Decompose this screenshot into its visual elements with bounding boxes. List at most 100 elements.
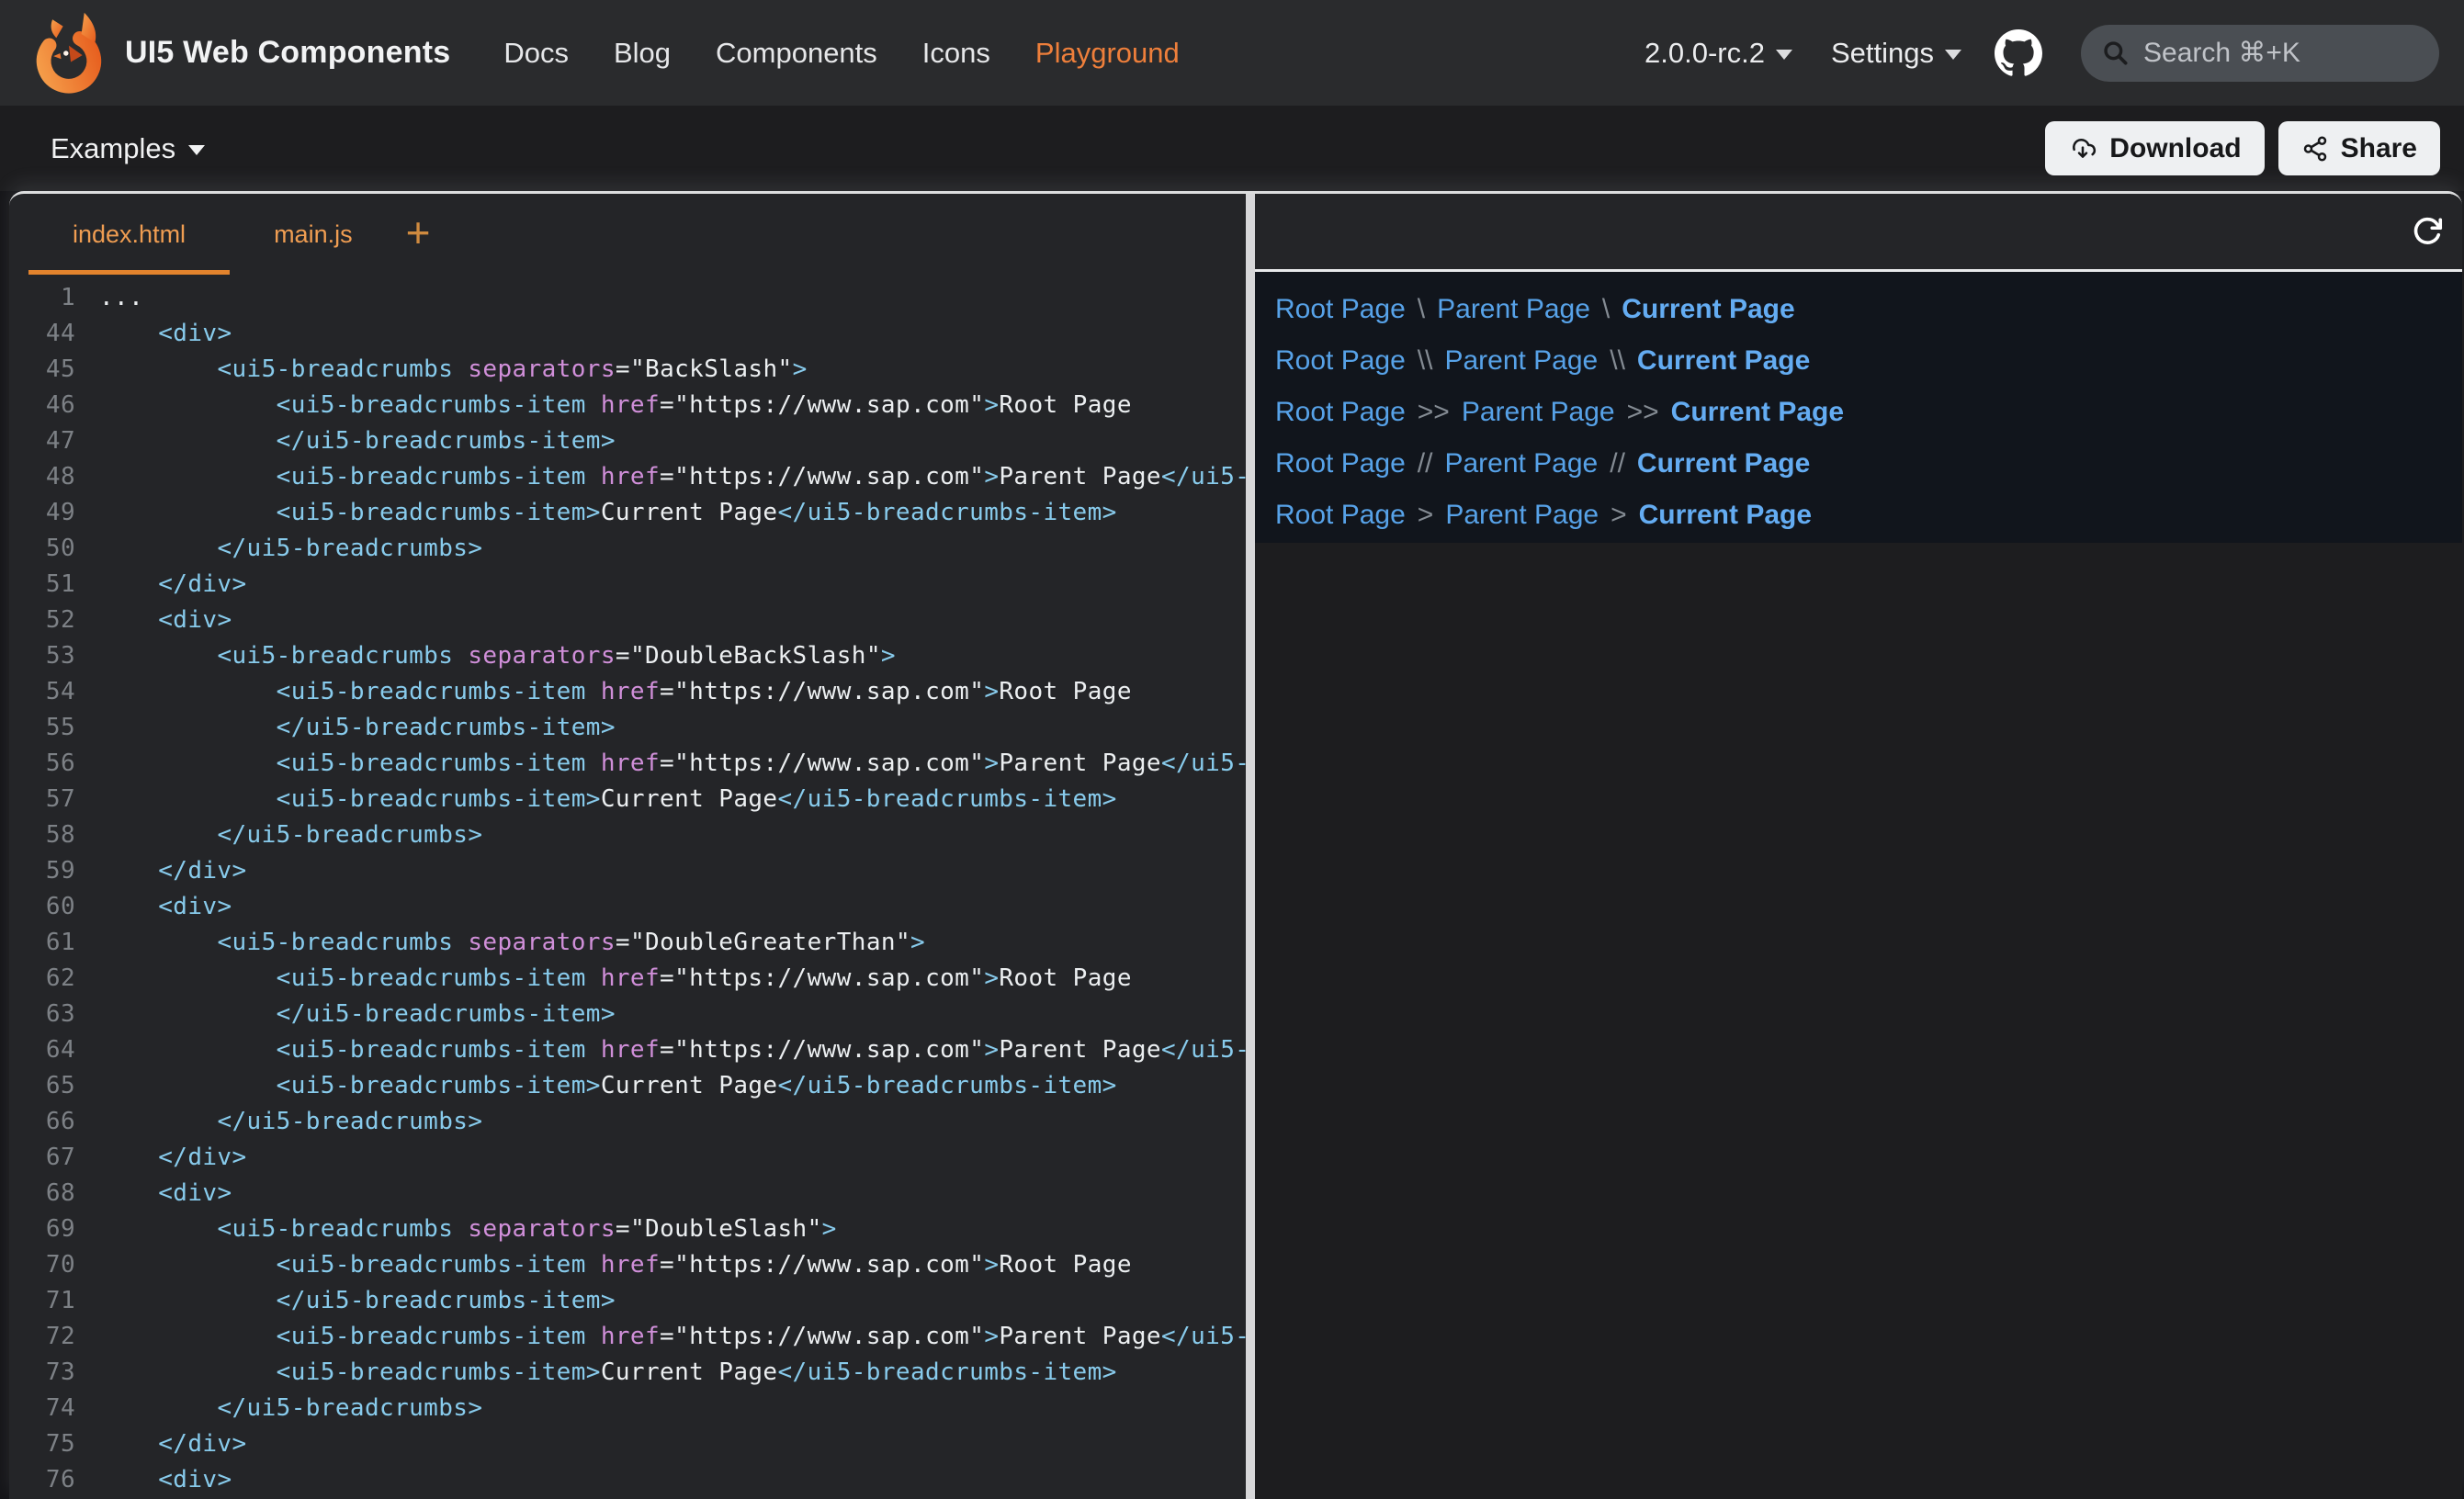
code-line: 45 <ui5-breadcrumbs separators="BackSlas… xyxy=(9,352,1246,388)
tab-main-js[interactable]: main.js xyxy=(230,194,397,275)
code-line: 46 <ui5-breadcrumbs-item href="https://w… xyxy=(9,388,1246,423)
breadcrumbs-demo: Root Page\Parent Page\Current PageRoot P… xyxy=(1275,284,2462,541)
version-dropdown[interactable]: 2.0.0-rc.2 xyxy=(1645,37,1792,70)
line-number: 71 xyxy=(9,1283,75,1319)
line-number: 55 xyxy=(9,710,75,746)
download-label: Download xyxy=(2109,133,2241,164)
code-line: 76 <div> xyxy=(9,1462,1246,1498)
breadcrumbs-row: Root Page\Parent Page\Current Page xyxy=(1275,284,2462,335)
breadcrumb-link[interactable]: Root Page xyxy=(1275,448,1406,479)
top-navbar: UI5 Web Components Docs Blog Components Ico… xyxy=(0,0,2464,106)
version-label: 2.0.0-rc.2 xyxy=(1645,37,1765,70)
ui5-phoenix-logo-icon xyxy=(31,10,108,96)
code-area[interactable]: 1...44 <div>45 <ui5-breadcrumbs separato… xyxy=(9,275,1246,1499)
code-line: 63 </ui5-breadcrumbs-item> xyxy=(9,997,1246,1032)
breadcrumb-separator: \ xyxy=(1418,294,1425,325)
line-number: 44 xyxy=(9,316,75,352)
line-number: 72 xyxy=(9,1319,75,1355)
code-line: 66 </ui5-breadcrumbs> xyxy=(9,1104,1246,1140)
settings-dropdown[interactable]: Settings xyxy=(1831,37,1961,70)
nav-link-blog[interactable]: Blog xyxy=(614,37,671,70)
breadcrumb-separator: // xyxy=(1418,448,1433,479)
line-number: 63 xyxy=(9,997,75,1032)
line-number: 58 xyxy=(9,817,75,853)
breadcrumb-separator: \\ xyxy=(1418,345,1433,377)
nav-link-docs[interactable]: Docs xyxy=(503,37,569,70)
refresh-button[interactable] xyxy=(2407,211,2447,252)
github-icon[interactable] xyxy=(1995,29,2042,77)
breadcrumbs-row: Root Page>>Parent Page>>Current Page xyxy=(1275,387,2462,438)
code-line: 71 </ui5-breadcrumbs-item> xyxy=(9,1283,1246,1319)
code-line: 55 </ui5-breadcrumbs-item> xyxy=(9,710,1246,746)
breadcrumb-link[interactable]: Parent Page xyxy=(1462,397,1615,428)
line-number: 61 xyxy=(9,925,75,961)
tab-label: main.js xyxy=(274,220,353,249)
line-number: 59 xyxy=(9,853,75,889)
line-number: 65 xyxy=(9,1068,75,1104)
breadcrumb-link[interactable]: Parent Page xyxy=(1444,345,1598,377)
breadcrumb-link[interactable]: Parent Page xyxy=(1444,448,1598,479)
line-number: 49 xyxy=(9,495,75,531)
breadcrumb-link[interactable]: Parent Page xyxy=(1437,294,1590,325)
breadcrumb-separator: \ xyxy=(1602,294,1610,325)
code-line: 57 <ui5-breadcrumbs-item>Current Page</u… xyxy=(9,782,1246,817)
breadcrumb-link[interactable]: Root Page xyxy=(1275,500,1406,531)
brand[interactable]: UI5 Web Components xyxy=(31,10,450,96)
code-line: 52 <div> xyxy=(9,603,1246,638)
line-number: 75 xyxy=(9,1426,75,1462)
download-button[interactable]: Download xyxy=(2045,121,2264,175)
main-nav: Docs Blog Components Icons Playground xyxy=(503,37,1179,70)
add-file-button[interactable]: + xyxy=(397,194,440,275)
preview-background xyxy=(1255,543,2462,1499)
code-line: 47 </ui5-breadcrumbs-item> xyxy=(9,423,1246,459)
code-line: 64 <ui5-breadcrumbs-item href="https://w… xyxy=(9,1032,1246,1068)
code-line: 48 <ui5-breadcrumbs-item href="https://w… xyxy=(9,459,1246,495)
examples-dropdown[interactable]: Examples xyxy=(51,132,205,165)
breadcrumb-current: Current Page xyxy=(1639,500,1812,531)
breadcrumb-current: Current Page xyxy=(1637,448,1810,479)
line-number: 76 xyxy=(9,1462,75,1498)
navbar-right: 2.0.0-rc.2 Settings xyxy=(1645,25,2439,82)
line-number: 67 xyxy=(9,1140,75,1176)
breadcrumb-separator: // xyxy=(1610,448,1625,479)
playground-toolbar: Examples Download Share xyxy=(0,106,2464,191)
pane-splitter[interactable] xyxy=(1246,194,1255,1499)
line-number: 56 xyxy=(9,746,75,782)
code-line: 50 </ui5-breadcrumbs> xyxy=(9,531,1246,567)
chevron-down-icon xyxy=(188,145,205,155)
code-line: 61 <ui5-breadcrumbs separators="DoubleGr… xyxy=(9,925,1246,961)
nav-link-playground[interactable]: Playground xyxy=(1035,37,1180,70)
refresh-icon xyxy=(2411,215,2444,248)
line-number: 45 xyxy=(9,352,75,388)
nav-link-components[interactable]: Components xyxy=(716,37,877,70)
nav-link-icons[interactable]: Icons xyxy=(922,37,990,70)
code-line: 1... xyxy=(9,280,1246,316)
share-label: Share xyxy=(2341,133,2417,164)
code-line: 65 <ui5-breadcrumbs-item>Current Page</u… xyxy=(9,1068,1246,1104)
tab-index-html[interactable]: index.html xyxy=(28,194,230,275)
line-number: 47 xyxy=(9,423,75,459)
breadcrumb-link[interactable]: Parent Page xyxy=(1445,500,1599,531)
line-number: 66 xyxy=(9,1104,75,1140)
toolbar-actions: Download Share xyxy=(2045,121,2440,175)
code-line: 72 <ui5-breadcrumbs-item href="https://w… xyxy=(9,1319,1246,1355)
search-input[interactable] xyxy=(2143,38,2419,69)
code-line: 74 </ui5-breadcrumbs> xyxy=(9,1391,1246,1426)
line-number: 73 xyxy=(9,1355,75,1391)
line-number: 46 xyxy=(9,388,75,423)
code-line: 49 <ui5-breadcrumbs-item>Current Page</u… xyxy=(9,495,1246,531)
tab-label: index.html xyxy=(73,220,186,249)
breadcrumb-link[interactable]: Root Page xyxy=(1275,397,1406,428)
breadcrumb-separator: >> xyxy=(1627,397,1659,428)
breadcrumb-link[interactable]: Root Page xyxy=(1275,294,1406,325)
examples-label: Examples xyxy=(51,132,175,165)
line-number: 70 xyxy=(9,1247,75,1283)
breadcrumb-link[interactable]: Root Page xyxy=(1275,345,1406,377)
share-button[interactable]: Share xyxy=(2278,121,2440,175)
preview-toolbar xyxy=(1255,194,2462,272)
line-number: 64 xyxy=(9,1032,75,1068)
line-number: 1 xyxy=(9,280,75,316)
code-line: 51 </div> xyxy=(9,567,1246,603)
code-line: 60 <div> xyxy=(9,889,1246,925)
search-box[interactable] xyxy=(2081,25,2439,82)
